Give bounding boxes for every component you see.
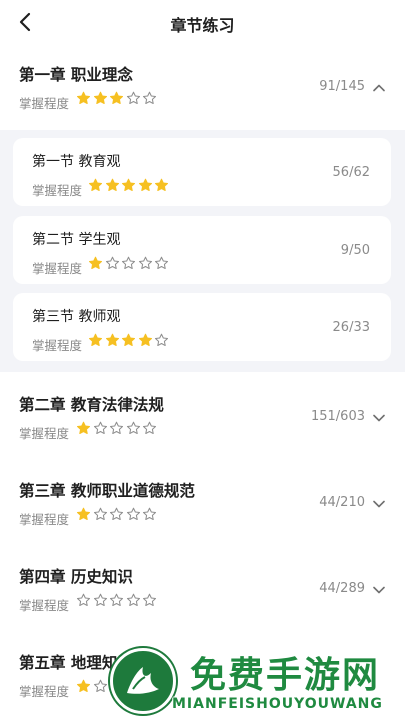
progress-count: 91/145	[319, 79, 365, 94]
page-title: 章节练习	[170, 16, 235, 35]
progress-count: 26/33	[332, 320, 370, 335]
progress-count: 44/210	[319, 495, 365, 510]
watermark-logo-icon	[110, 648, 176, 714]
star-empty-icon	[93, 679, 107, 693]
chapter-title: 第二章 教育法律法规	[19, 396, 164, 414]
chapter-title: 第四章 历史知识	[19, 568, 133, 586]
section-card[interactable]: 第一节 教育观 掌握程度 56/62	[13, 138, 391, 206]
mastery-label: 掌握程度	[32, 183, 83, 198]
star-filled-icon	[138, 333, 152, 347]
star-empty-icon	[142, 91, 157, 105]
mastery-stars	[88, 256, 171, 272]
chapter-row[interactable]: 第二章 教育法律法规 掌握程度 151/603	[0, 374, 405, 460]
star-filled-icon	[88, 256, 103, 270]
star-empty-icon	[154, 256, 169, 270]
star-empty-icon	[126, 593, 140, 607]
star-empty-icon	[121, 256, 136, 270]
progress-count: 44/289	[319, 581, 365, 596]
section-card[interactable]: 第三节 教师观 掌握程度 26/33	[13, 293, 391, 361]
star-filled-icon	[105, 178, 119, 192]
star-filled-icon	[105, 333, 119, 347]
star-filled-icon	[109, 91, 124, 105]
top-bar: 章节练习	[0, 0, 405, 46]
star-empty-icon	[109, 593, 124, 607]
star-empty-icon	[109, 421, 124, 435]
star-filled-icon	[88, 333, 103, 347]
section-title: 第二节 学生观	[32, 232, 121, 248]
star-empty-icon	[126, 91, 140, 105]
chapter-row[interactable]: 第三章 教师职业道德规范 掌握程度 44/210	[0, 460, 405, 546]
chapter-row[interactable]: 第一章 职业理念 掌握程度 91/145	[0, 44, 405, 130]
star-empty-icon	[142, 593, 157, 607]
mastery-label: 掌握程度	[19, 684, 70, 699]
star-empty-icon	[138, 256, 152, 270]
star-filled-icon	[121, 178, 136, 192]
mastery-stars	[76, 593, 159, 609]
star-empty-icon	[105, 256, 119, 270]
mastery-label: 掌握程度	[19, 512, 70, 527]
sections-panel: 第一节 教育观 掌握程度 56/62 第二节 学生观 掌握程度 9/50 第三节…	[0, 130, 405, 372]
progress-count: 56/62	[332, 165, 370, 180]
star-filled-icon	[88, 178, 103, 192]
chapter-title: 第一章 职业理念	[19, 66, 133, 84]
star-empty-icon	[142, 421, 157, 435]
chevron-down-icon[interactable]	[371, 496, 387, 512]
star-filled-icon	[138, 178, 152, 192]
chevron-up-icon[interactable]	[371, 80, 387, 96]
mastery-stars	[76, 507, 159, 523]
star-filled-icon	[76, 679, 91, 693]
star-filled-icon	[76, 507, 91, 521]
section-title: 第三节 教师观	[32, 309, 121, 325]
star-filled-icon	[76, 421, 91, 435]
mastery-stars	[76, 91, 159, 107]
star-empty-icon	[142, 507, 157, 521]
mastery-label: 掌握程度	[19, 96, 70, 111]
star-empty-icon	[93, 421, 107, 435]
star-filled-icon	[76, 91, 91, 105]
watermark-subtext: MIANFEISHOUYOUWANG	[172, 696, 383, 712]
star-filled-icon	[93, 91, 107, 105]
chapter-row[interactable]: 第四章 历史知识 掌握程度 44/289	[0, 546, 405, 632]
star-empty-icon	[126, 507, 140, 521]
mastery-label: 掌握程度	[19, 598, 70, 613]
mastery-label: 掌握程度	[19, 426, 70, 441]
star-empty-icon	[93, 507, 107, 521]
star-filled-icon	[154, 178, 169, 192]
chevron-down-icon[interactable]	[371, 410, 387, 426]
mastery-stars	[88, 178, 171, 194]
section-title: 第一节 教育观	[32, 154, 121, 170]
chevron-down-icon[interactable]	[371, 582, 387, 598]
star-empty-icon	[93, 593, 107, 607]
mastery-stars	[76, 421, 159, 437]
star-empty-icon	[154, 333, 169, 347]
mastery-stars	[88, 333, 171, 349]
progress-count: 151/603	[310, 409, 365, 424]
star-empty-icon	[126, 421, 140, 435]
mastery-label: 掌握程度	[32, 261, 83, 276]
progress-count: 9/50	[340, 243, 370, 258]
watermark-text: 免费手游网	[190, 655, 381, 696]
watermark: 免费手游网 MIANFEISHOUYOUWANG	[108, 646, 405, 720]
section-card[interactable]: 第二节 学生观 掌握程度 9/50	[13, 216, 391, 284]
star-filled-icon	[121, 333, 136, 347]
star-empty-icon	[109, 507, 124, 521]
star-empty-icon	[76, 593, 91, 607]
chapter-title: 第三章 教师职业道德规范	[19, 482, 195, 500]
mastery-label: 掌握程度	[32, 338, 83, 353]
